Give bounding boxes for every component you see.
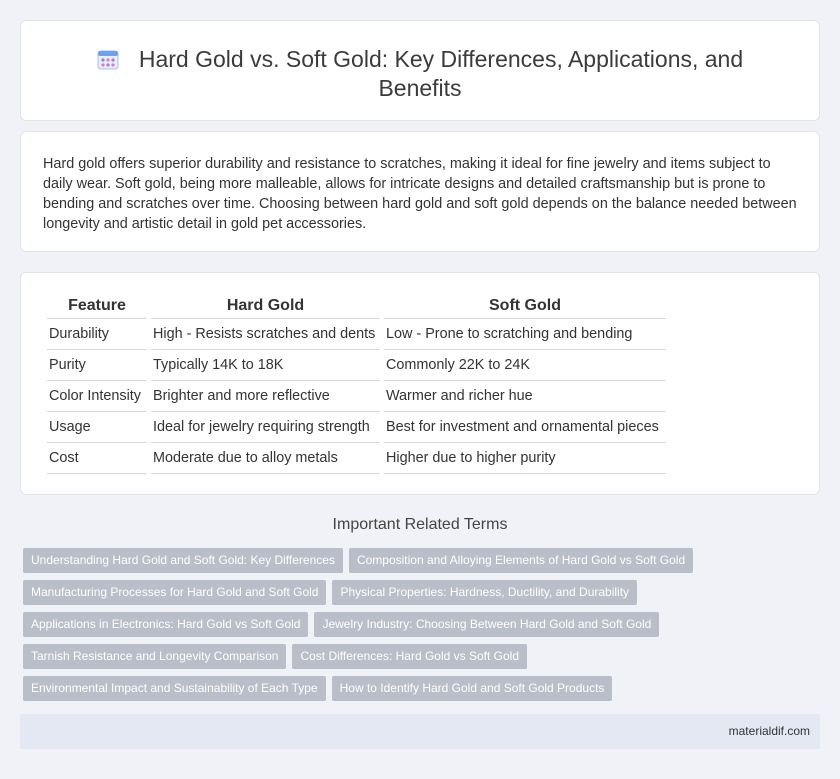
header-hard-gold: Hard Gold bbox=[151, 294, 380, 319]
related-terms-title: Important Related Terms bbox=[332, 516, 508, 533]
table-cell: Typically 14K to 18K bbox=[151, 350, 380, 381]
intro-card: Hard gold offers superior durability and… bbox=[20, 131, 820, 252]
related-term-link[interactable]: Jewelry Industry: Choosing Between Hard … bbox=[314, 612, 660, 637]
table-cell: High - Resists scratches and dents bbox=[151, 319, 380, 350]
page-title-text: Hard Gold vs. Soft Gold: Key Differences… bbox=[138, 46, 744, 101]
table-cell: Warmer and richer hue bbox=[384, 381, 666, 412]
related-term-link[interactable]: Composition and Alloying Elements of Har… bbox=[348, 548, 694, 573]
table-row: Purity Typically 14K to 18K Commonly 22K… bbox=[47, 350, 666, 381]
table-cell: Color Intensity bbox=[47, 381, 147, 412]
header-feature: Feature bbox=[47, 294, 147, 319]
table-cell: Best for investment and ornamental piece… bbox=[384, 412, 666, 443]
tag-row: Applications in Electronics: Hard Gold v… bbox=[23, 612, 803, 644]
table-row: Color Intensity Brighter and more reflec… bbox=[47, 381, 666, 412]
related-terms-list: Understanding Hard Gold and Soft Gold: K… bbox=[23, 548, 803, 708]
table-row: Durability High - Resists scratches and … bbox=[47, 319, 666, 350]
header-card: Hard Gold vs. Soft Gold: Key Differences… bbox=[20, 20, 820, 121]
header-soft-gold: Soft Gold bbox=[384, 294, 666, 319]
tag-row: Tarnish Resistance and Longevity Compari… bbox=[23, 644, 803, 676]
table-header-row: Feature Hard Gold Soft Gold bbox=[47, 294, 666, 319]
table-row: Cost Moderate due to alloy metals Higher… bbox=[47, 443, 666, 474]
table-row: Usage Ideal for jewelry requiring streng… bbox=[47, 412, 666, 443]
tag-row: Environmental Impact and Sustainability … bbox=[23, 676, 803, 708]
related-term-link[interactable]: Manufacturing Processes for Hard Gold an… bbox=[23, 580, 327, 605]
table-cell: Brighter and more reflective bbox=[151, 381, 380, 412]
comparison-card: Feature Hard Gold Soft Gold Durability H… bbox=[20, 272, 820, 495]
related-term-link[interactable]: Applications in Electronics: Hard Gold v… bbox=[23, 612, 309, 637]
table-cell: Commonly 22K to 24K bbox=[384, 350, 666, 381]
page-title: Hard Gold vs. Soft Gold: Key Differences… bbox=[21, 45, 819, 103]
tag-row: Manufacturing Processes for Hard Gold an… bbox=[23, 580, 803, 612]
site-link[interactable]: materialdif.com bbox=[729, 724, 810, 738]
table-cell: Ideal for jewelry requiring strength bbox=[151, 412, 380, 443]
table-cell: Low - Prone to scratching and bending bbox=[384, 319, 666, 350]
related-term-link[interactable]: Physical Properties: Hardness, Ductility… bbox=[332, 580, 638, 605]
comparison-table: Feature Hard Gold Soft Gold Durability H… bbox=[43, 294, 670, 474]
tag-row: Understanding Hard Gold and Soft Gold: K… bbox=[23, 548, 803, 580]
table-cell: Cost bbox=[47, 443, 147, 474]
table-cell: Usage bbox=[47, 412, 147, 443]
related-term-link[interactable]: Cost Differences: Hard Gold vs Soft Gold bbox=[292, 644, 528, 669]
calendar-grid-icon bbox=[97, 50, 119, 70]
table-cell: Moderate due to alloy metals bbox=[151, 443, 380, 474]
table-cell: Higher due to higher purity bbox=[384, 443, 666, 474]
intro-paragraph: Hard gold offers superior durability and… bbox=[43, 156, 797, 232]
footer: materialdif.com bbox=[20, 714, 820, 749]
related-term-link[interactable]: Tarnish Resistance and Longevity Compari… bbox=[23, 644, 287, 669]
table-cell: Purity bbox=[47, 350, 147, 381]
related-term-link[interactable]: Environmental Impact and Sustainability … bbox=[23, 676, 326, 701]
related-term-link[interactable]: Understanding Hard Gold and Soft Gold: K… bbox=[23, 548, 343, 573]
table-cell: Durability bbox=[47, 319, 147, 350]
related-term-link[interactable]: How to Identify Hard Gold and Soft Gold … bbox=[331, 676, 613, 701]
